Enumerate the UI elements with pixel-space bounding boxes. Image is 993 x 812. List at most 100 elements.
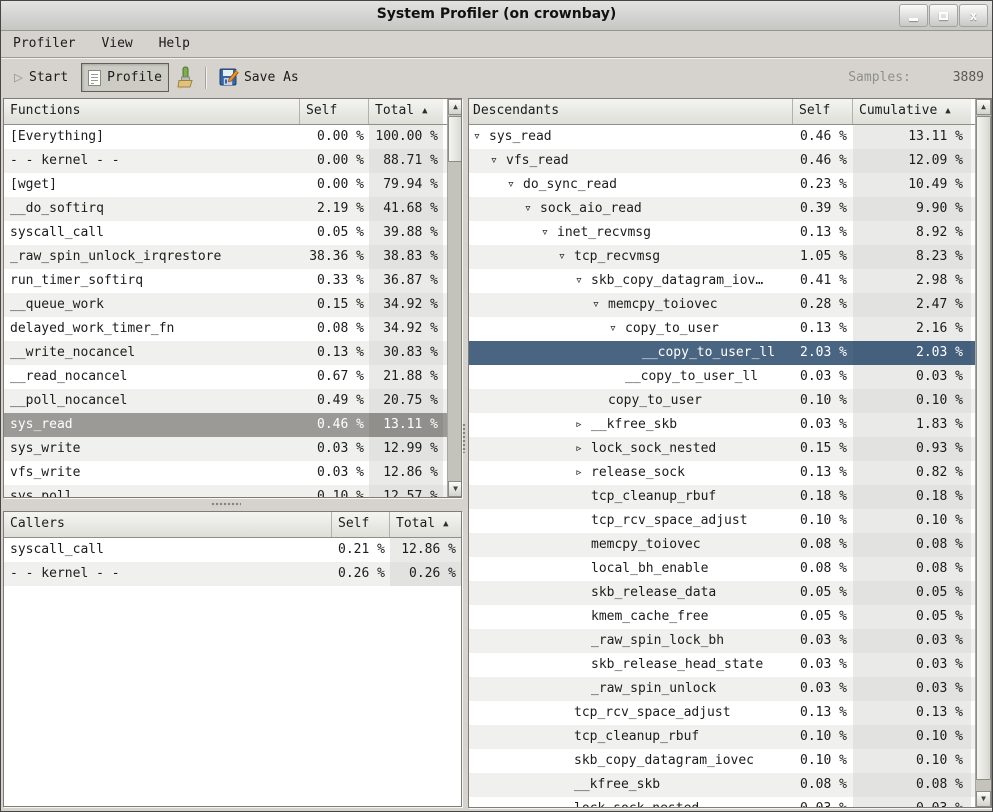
- table-row[interactable]: [wget]0.00 %79.94 %: [4, 173, 461, 197]
- tree-row[interactable]: tcp_cleanup_rbuf0.18 %0.18 %: [469, 485, 991, 509]
- functions-self-column-header[interactable]: Self: [300, 99, 369, 124]
- expander-expanded-icon[interactable]: ▿: [558, 245, 574, 269]
- profile-toggle-button[interactable]: Profile: [81, 63, 169, 92]
- functions-scrollbar[interactable]: ▲ ▼: [447, 99, 462, 497]
- tree-row[interactable]: ▿vfs_read0.46 %12.09 %: [469, 149, 991, 173]
- cell: 36.87 %: [369, 269, 443, 293]
- table-row[interactable]: syscall_call0.05 %39.88 %: [4, 221, 461, 245]
- tree-row[interactable]: __copy_to_user_ll0.03 %0.03 %: [469, 365, 991, 389]
- expander-collapsed-icon[interactable]: ▹: [575, 437, 591, 461]
- descendants-scrollbar[interactable]: ▲ ▼: [975, 99, 991, 807]
- save-as-button[interactable]: Save As: [212, 63, 306, 92]
- tree-row[interactable]: ▹__kfree_skb0.03 %1.83 %: [469, 413, 991, 437]
- maximize-button[interactable]: [929, 4, 958, 27]
- table-row[interactable]: __queue_work0.15 %34.92 %: [4, 293, 461, 317]
- tree-row[interactable]: ▿sys_read0.46 %13.11 %: [469, 125, 991, 149]
- tree-row[interactable]: ▿sock_aio_read0.39 %9.90 %: [469, 197, 991, 221]
- callers-self-column-header[interactable]: Self: [332, 512, 390, 537]
- descendants-self-column-header[interactable]: Self: [793, 99, 853, 124]
- tree-row[interactable]: tcp_rcv_space_adjust0.13 %0.13 %: [469, 701, 991, 725]
- table-row[interactable]: sys_read0.46 %13.11 %: [4, 413, 461, 437]
- callers-column-header[interactable]: Callers: [4, 512, 332, 537]
- tree-cell-self: 0.28 %: [793, 293, 853, 317]
- tree-cell-name: memcpy_toiovec: [469, 533, 793, 557]
- close-button[interactable]: x: [959, 4, 988, 27]
- tree-row[interactable]: ▿do_sync_read0.23 %10.49 %: [469, 173, 991, 197]
- menu-view[interactable]: View: [92, 32, 141, 58]
- expander-collapsed-icon[interactable]: ▹: [575, 461, 591, 485]
- expander-expanded-icon[interactable]: ▿: [507, 173, 523, 197]
- start-button[interactable]: ▷ Start: [7, 63, 75, 92]
- table-row[interactable]: vfs_write0.03 %12.86 %: [4, 461, 461, 485]
- table-row[interactable]: __write_nocancel0.13 %30.83 %: [4, 341, 461, 365]
- tree-cell-name: ▿inet_recvmsg: [469, 221, 793, 245]
- table-row[interactable]: - - kernel - -0.00 %88.71 %: [4, 149, 461, 173]
- table-row[interactable]: delayed_work_timer_fn0.08 %34.92 %: [4, 317, 461, 341]
- scroll-up-icon[interactable]: ▲: [448, 99, 462, 115]
- tree-cell-name: kmem_cache_free: [469, 605, 793, 629]
- tree-row[interactable]: ▿inet_recvmsg0.13 %8.92 %: [469, 221, 991, 245]
- titlebar[interactable]: System Profiler (on crownbay) x: [1, 1, 992, 31]
- table-row[interactable]: _raw_spin_unlock_irqrestore38.36 %38.83 …: [4, 245, 461, 269]
- table-row[interactable]: __read_nocancel0.67 %21.88 %: [4, 365, 461, 389]
- expander-expanded-icon[interactable]: ▿: [609, 317, 625, 341]
- tree-row[interactable]: copy_to_user0.10 %0.10 %: [469, 389, 991, 413]
- scroll-down-icon[interactable]: ▼: [976, 791, 991, 807]
- expander-expanded-icon[interactable]: ▿: [575, 269, 591, 293]
- vertical-splitter-handle[interactable]: [462, 423, 467, 453]
- functions-total-column-header[interactable]: Total▲: [369, 99, 443, 124]
- table-row[interactable]: __poll_nocancel0.49 %20.75 %: [4, 389, 461, 413]
- tree-row[interactable]: skb_release_head_state0.03 %0.03 %: [469, 653, 991, 677]
- cell: delayed_work_timer_fn: [4, 317, 300, 341]
- table-row[interactable]: [Everything]0.00 %100.00 %: [4, 125, 461, 149]
- menu-profiler[interactable]: Profiler: [1, 32, 85, 58]
- tree-row[interactable]: ▹release_sock0.13 %0.82 %: [469, 461, 991, 485]
- tree-row[interactable]: lock_sock_nested0.03 %0.03 %: [469, 797, 991, 808]
- tree-row[interactable]: _raw_spin_unlock0.03 %0.03 %: [469, 677, 991, 701]
- function-name-label: sys_read: [489, 129, 552, 144]
- cell: 12.86 %: [369, 461, 443, 485]
- table-row[interactable]: syscall_call0.21 %12.86 %: [4, 538, 461, 562]
- menu-help[interactable]: Help: [150, 32, 199, 58]
- tree-row[interactable]: ▿tcp_recvmsg1.05 %8.23 %: [469, 245, 991, 269]
- table-row[interactable]: run_timer_softirq0.33 %36.87 %: [4, 269, 461, 293]
- tree-row[interactable]: skb_release_data0.05 %0.05 %: [469, 581, 991, 605]
- descendants-column-header[interactable]: Descendants: [469, 99, 793, 124]
- expander-expanded-icon[interactable]: ▿: [490, 149, 506, 173]
- functions-total-label: Total: [375, 103, 414, 118]
- tree-row[interactable]: ▿skb_copy_datagram_iov…0.41 %2.98 %: [469, 269, 991, 293]
- tree-row[interactable]: memcpy_toiovec0.08 %0.08 %: [469, 533, 991, 557]
- tree-row[interactable]: tcp_cleanup_rbuf0.10 %0.10 %: [469, 725, 991, 749]
- tree-row[interactable]: ▿copy_to_user0.13 %2.16 %: [469, 317, 991, 341]
- tree-row[interactable]: skb_copy_datagram_iovec0.10 %0.10 %: [469, 749, 991, 773]
- tree-row[interactable]: tcp_rcv_space_adjust0.10 %0.10 %: [469, 509, 991, 533]
- callers-total-column-header[interactable]: Total▲: [390, 512, 461, 537]
- reset-button[interactable]: [171, 63, 199, 92]
- table-row[interactable]: sys_poll0.10 %12.57 %: [4, 485, 461, 498]
- scroll-down-icon[interactable]: ▼: [448, 481, 462, 497]
- tree-row[interactable]: ▹lock_sock_nested0.15 %0.93 %: [469, 437, 991, 461]
- expander-expanded-icon[interactable]: ▿: [592, 293, 608, 317]
- table-row[interactable]: - - kernel - -0.26 %0.26 %: [4, 562, 461, 586]
- horizontal-splitter-handle[interactable]: [211, 502, 241, 507]
- expander-expanded-icon[interactable]: ▿: [473, 125, 489, 149]
- descendants-cumulative-column-header[interactable]: Cumulative▲: [853, 99, 971, 124]
- descendants-scrollbar-thumb[interactable]: [976, 116, 991, 780]
- tree-row[interactable]: local_bh_enable0.08 %0.08 %: [469, 557, 991, 581]
- functions-column-header[interactable]: Functions: [4, 99, 300, 124]
- cell: 0.67 %: [300, 365, 369, 389]
- scroll-up-icon[interactable]: ▲: [976, 99, 991, 115]
- table-row[interactable]: sys_write0.03 %12.99 %: [4, 437, 461, 461]
- cell: 30.83 %: [369, 341, 443, 365]
- tree-row[interactable]: __copy_to_user_ll2.03 %2.03 %: [469, 341, 991, 365]
- tree-row[interactable]: kmem_cache_free0.05 %0.05 %: [469, 605, 991, 629]
- tree-row[interactable]: __kfree_skb0.08 %0.08 %: [469, 773, 991, 797]
- tree-row[interactable]: ▿memcpy_toiovec0.28 %2.47 %: [469, 293, 991, 317]
- minimize-button[interactable]: [899, 4, 928, 27]
- tree-row[interactable]: _raw_spin_lock_bh0.03 %0.03 %: [469, 629, 991, 653]
- functions-scrollbar-thumb[interactable]: [448, 116, 462, 162]
- expander-collapsed-icon[interactable]: ▹: [575, 413, 591, 437]
- expander-expanded-icon[interactable]: ▿: [541, 221, 557, 245]
- table-row[interactable]: __do_softirq2.19 %41.68 %: [4, 197, 461, 221]
- expander-expanded-icon[interactable]: ▿: [524, 197, 540, 221]
